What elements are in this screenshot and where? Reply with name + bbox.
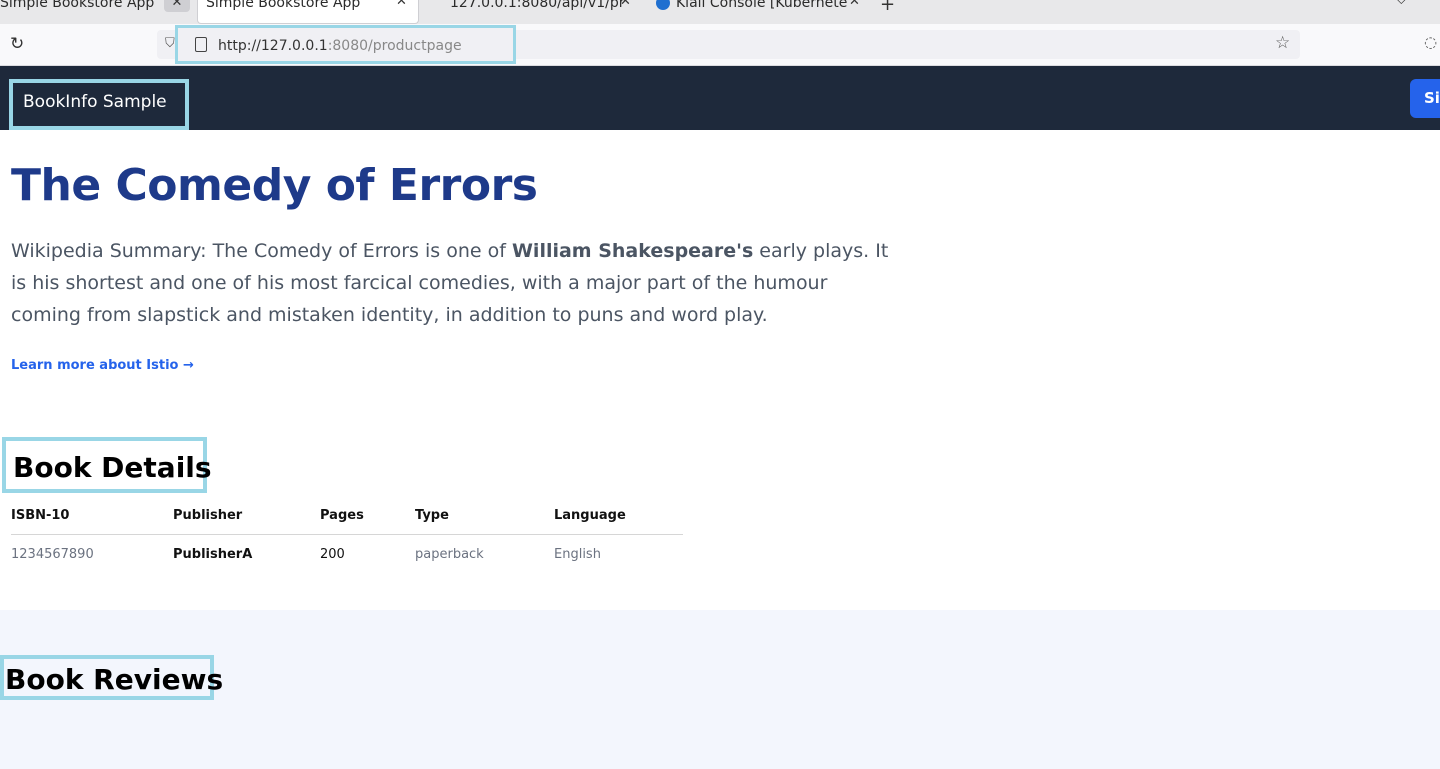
url-host: http://127.0.0.1 [218,38,328,54]
column-header-publisher: Publisher [173,497,320,535]
tab-title: Simple Bookstore App [206,0,361,11]
book-details-heading-box: Book Details [2,437,212,493]
tab-title: Simple Bookstore App [0,0,155,11]
browser-tab[interactable]: Simple Bookstore App ✕ [0,0,190,24]
column-header-pages: Pages [320,497,415,535]
browser-tab[interactable]: 127.0.0.1:8080/api/v1/pr ✕ [450,0,635,24]
column-header-type: Type [415,497,554,535]
table-row: 1234567890 PublisherA 200 paperback Engl… [11,534,683,574]
cell-language: English [554,546,601,562]
browser-navbar: ↻ ⛉ http://127.0.0.1:8080/productpage ☆ … [0,24,1440,66]
browser-tab-active[interactable]: Simple Bookstore App ✕ [197,0,419,24]
book-details-heading: Book Details [13,451,212,484]
address-field[interactable]: http://127.0.0.1:8080/productpage [175,25,516,64]
cell-type: paperback [415,546,484,562]
page-title: The Comedy of Errors [11,160,538,211]
close-tab-icon[interactable]: ✕ [620,0,631,8]
browser-tab-strip: Simple Bookstore App ✕ Simple Bookstore … [0,0,1440,24]
column-header-isbn: ISBN-10 [11,497,173,535]
close-tab-icon[interactable]: ✕ [396,0,407,8]
url-path: :8080/productpage [327,38,462,54]
column-header-language: Language [554,497,683,535]
book-reviews-heading-box: Book Reviews [0,655,223,700]
book-details-table: ISBN-10 Publisher Pages Type Language 12… [11,497,683,574]
app-header: BookInfo Sample Sig [0,66,1440,130]
cell-pages: 200 [320,546,345,562]
cell-publisher: PublisherA [173,546,253,562]
bookmark-star-icon[interactable]: ☆ [1275,33,1290,53]
brand-link[interactable]: BookInfo Sample [9,79,189,130]
tab-list-chevron-icon[interactable]: ⌵ [1396,0,1407,8]
reload-icon[interactable]: ↻ [10,34,30,54]
pocket-icon[interactable]: ◌ [1424,33,1437,51]
brand-title: BookInfo Sample [23,92,167,112]
tab-title: Kiali Console [Kubernetes [676,0,855,11]
new-tab-icon[interactable]: + [880,0,895,15]
book-reviews-heading: Book Reviews [5,663,224,696]
close-tab-icon[interactable]: ✕ [164,0,190,12]
browser-tab[interactable]: Kiali Console [Kubernetes ✕ [652,0,862,24]
tab-title: 127.0.0.1:8080/api/v1/pr [450,0,625,11]
summary-text: Wikipedia Summary: The Comedy of Errors … [11,240,512,262]
sign-in-button[interactable]: Sig [1410,79,1440,118]
cell-isbn: 1234567890 [11,546,94,562]
learn-more-link[interactable]: Learn more about Istio → [11,358,194,373]
summary-author: William Shakespeare's [511,240,754,262]
page-icon [195,37,207,52]
url-text[interactable]: http://127.0.0.1:8080/productpage [218,38,462,54]
kiali-favicon-icon [656,0,670,10]
shield-icon[interactable]: ⛉ [165,36,175,51]
close-tab-icon[interactable]: ✕ [847,0,862,8]
book-summary: Wikipedia Summary: The Comedy of Errors … [11,235,891,331]
reviews-section: Book Reviews [0,610,1440,769]
table-header-row: ISBN-10 Publisher Pages Type Language [11,497,683,535]
